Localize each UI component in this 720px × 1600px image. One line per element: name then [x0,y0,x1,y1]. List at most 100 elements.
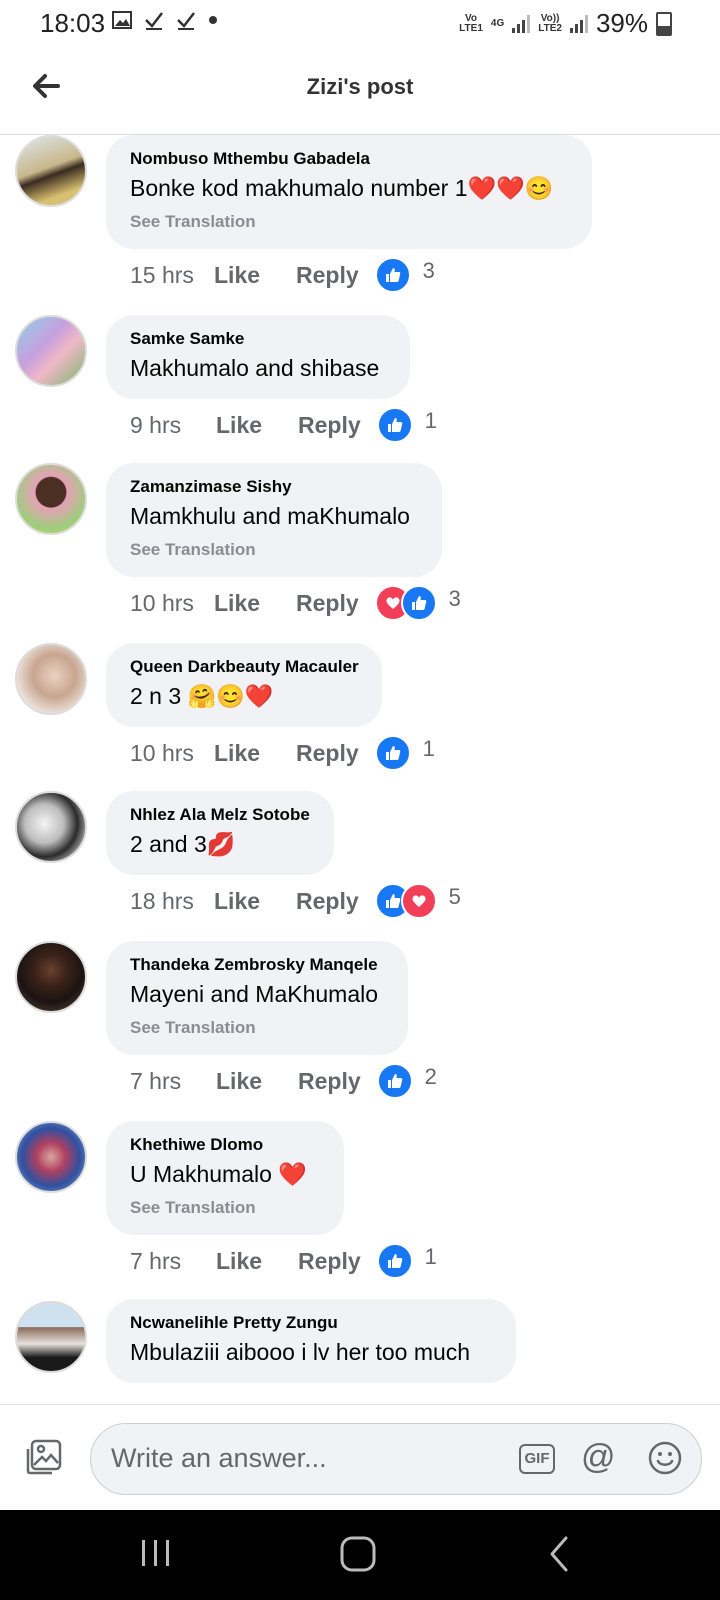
avatar[interactable] [15,315,87,387]
comment-author[interactable]: Zamanzimase Sishy [130,477,418,497]
see-translation-link[interactable]: See Translation [130,1198,320,1218]
like-reaction-icon [374,735,411,771]
comment-list[interactable]: Nombuso Mthembu Gabadela Bonke kod makhu… [0,135,720,1403]
see-translation-link[interactable]: See Translation [130,1018,384,1038]
gif-button[interactable]: GIF [519,1444,555,1474]
comment-bubble[interactable]: Nombuso Mthembu Gabadela Bonke kod makhu… [106,135,592,249]
comment-time: 10 hrs [130,739,194,766]
reply-button[interactable]: Reply [296,888,359,915]
comment-author[interactable]: Khethiwe Dlomo [130,1135,320,1155]
signal1-icon [512,14,531,33]
reaction-summary[interactable]: 1 [376,1243,437,1279]
volte2-label: Vo)) LTE2 [538,12,562,34]
signal2-icon [569,14,588,33]
check-icon [177,12,195,30]
reply-button[interactable]: Reply [298,1248,361,1275]
comment-actions: 15 hrs Like Reply 3 [130,257,435,293]
app-bar: Zizi's post [0,46,720,135]
reaction-count: 1 [424,408,437,433]
comment-author[interactable]: Nombuso Mthembu Gabadela [130,149,568,169]
avatar[interactable] [15,463,87,535]
like-button[interactable]: Like [214,888,260,915]
reply-button[interactable]: Reply [298,412,361,439]
status-right: Vo LTE1 4G Vo)) LTE2 39% [459,8,672,39]
reaction-summary[interactable]: 1 [374,735,435,771]
emoji: ❤️ [278,1161,307,1187]
network-4g-label: 4G [490,17,505,29]
comment-actions: 7 hrs Like Reply 2 [130,1063,437,1099]
reaction-count: 1 [424,1244,437,1269]
comment-actions: 10 hrs Like Reply 3 [130,585,461,621]
comment-composer: GIF @ [0,1404,720,1511]
back-icon[interactable] [544,1532,574,1576]
reaction-count: 1 [422,736,435,761]
like-button[interactable]: Like [216,1248,262,1275]
emoji: 💋 [206,831,236,857]
comment-bubble[interactable]: Thandeka Zembrosky Manqele Mayeni and Ma… [106,941,408,1055]
avatar[interactable] [15,643,87,715]
see-translation-link[interactable]: See Translation [130,212,568,232]
comment-bubble[interactable]: Khethiwe Dlomo U Makhumalo ❤️ See Transl… [106,1121,344,1235]
answer-field[interactable]: GIF @ [90,1423,702,1495]
reaction-summary[interactable]: 5 [374,883,461,919]
like-reaction-icon [376,1063,413,1099]
like-reaction-icon [376,407,413,443]
reply-button[interactable]: Reply [296,262,359,289]
comment-author[interactable]: Thandeka Zembrosky Manqele [130,955,384,975]
comment-time: 7 hrs [130,1247,182,1274]
love-reaction-icon [400,883,437,919]
reaction-summary[interactable]: 1 [376,407,437,443]
avatar[interactable] [15,1121,87,1193]
comment-text: 2 and 3💋 [130,831,236,857]
comment-author[interactable]: Nhlez Ala Melz Sotobe [130,805,310,825]
emoji-icon[interactable] [647,1440,683,1476]
like-button[interactable]: Like [214,590,260,617]
emoji: 🤗😊❤️ [187,683,274,709]
comment-bubble[interactable]: Queen Darkbeauty Macauler 2 n 3 🤗😊❤️ [106,643,382,727]
reaction-summary[interactable]: 2 [376,1063,437,1099]
comment-time: 18 hrs [130,887,194,914]
photo-icon[interactable] [24,1437,64,1477]
like-button[interactable]: Like [216,1068,262,1095]
comment-bubble[interactable]: Ncwanelihle Pretty Zungu Mbulaziii aiboo… [106,1299,516,1383]
reply-button[interactable]: Reply [298,1068,361,1095]
reaction-summary[interactable]: 3 [374,257,435,293]
answer-input[interactable] [109,1442,493,1475]
gallery-icon [112,11,132,29]
comment-bubble[interactable]: Samke Samke Makhumalo and shibase [106,315,410,399]
comment-time: 10 hrs [130,589,194,616]
comment-bubble[interactable]: Nhlez Ala Melz Sotobe 2 and 3💋 [106,791,334,875]
like-button[interactable]: Like [214,740,260,767]
battery-percent: 39% [595,8,648,38]
avatar[interactable] [15,135,87,207]
comment-bubble[interactable]: Zamanzimase Sishy Mamkhulu and maKhumalo… [106,463,442,577]
comment-actions: 18 hrs Like Reply 5 [130,883,461,919]
comment-text: 2 n 3 🤗😊❤️ [130,683,274,709]
notification-icons [112,10,218,30]
avatar[interactable] [15,791,87,863]
comment-time: 15 hrs [130,261,194,288]
see-translation-link[interactable]: See Translation [130,540,418,560]
reaction-summary[interactable]: 3 [374,585,461,621]
comment-actions: 9 hrs Like Reply 1 [130,407,437,443]
avatar[interactable] [15,941,87,1013]
reply-button[interactable]: Reply [296,590,359,617]
comment-author[interactable]: Samke Samke [130,329,386,349]
avatar[interactable] [15,1301,87,1373]
comment-author[interactable]: Queen Darkbeauty Macauler [130,657,359,677]
check-icon [145,12,163,30]
reply-button[interactable]: Reply [296,740,359,767]
recent-apps-icon[interactable] [136,1532,176,1576]
like-button[interactable]: Like [214,262,260,289]
like-button[interactable]: Like [216,412,262,439]
comment-text: Bonke kod makhumalo number 1❤️❤️😊 [130,175,554,201]
like-reaction-icon [400,585,437,621]
mention-button[interactable]: @ [581,1438,616,1477]
comment-actions: 10 hrs Like Reply 1 [130,735,435,771]
comment-author[interactable]: Ncwanelihle Pretty Zungu [130,1313,492,1333]
reaction-count: 2 [424,1064,437,1089]
home-icon[interactable] [336,1532,380,1576]
status-bar: 18:03 Vo LTE1 4G Vo)) LTE2 39% [0,0,720,46]
volte1-label: Vo LTE1 [459,12,483,34]
comment-text: Makhumalo and shibase [130,355,380,381]
